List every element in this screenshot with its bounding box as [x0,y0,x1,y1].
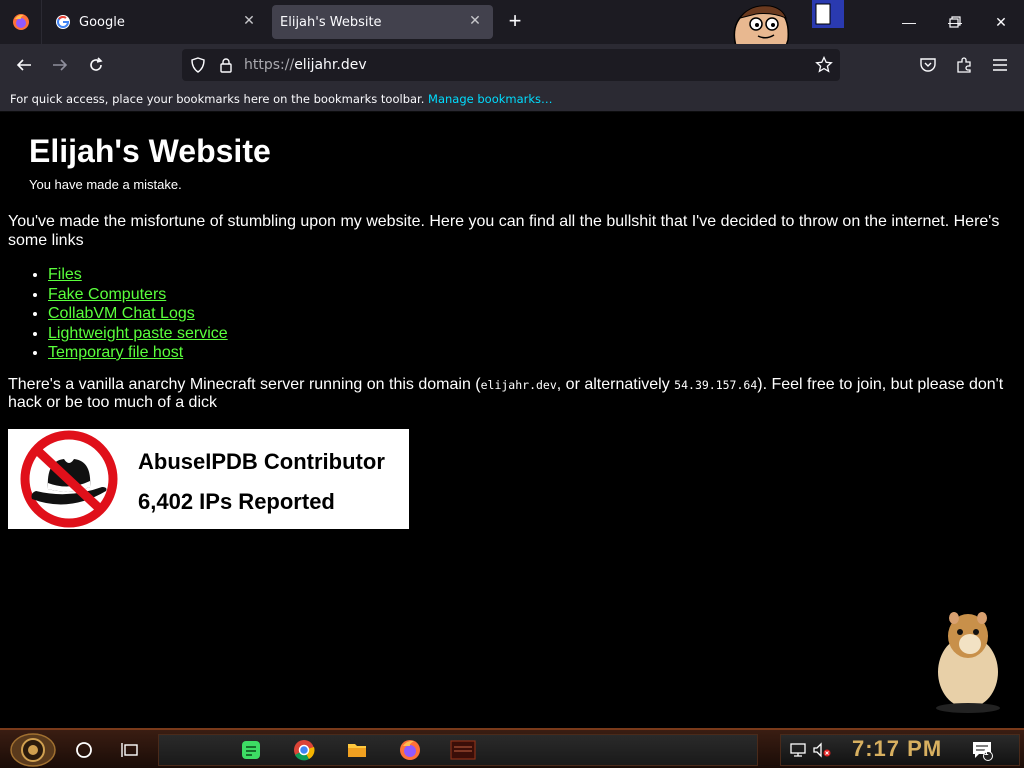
minecraft-paragraph: There's a vanilla anarchy Minecraft serv… [8,376,1013,412]
no-black-hat-icon [20,430,118,528]
list-item: Temporary file host [48,343,228,363]
minecraft-text-middle: , or alternatively [556,376,675,393]
pocket-icon[interactable] [916,53,940,77]
lock-icon[interactable] [214,53,238,77]
paste-service-link[interactable]: Lightweight paste service [48,325,228,342]
address-bar[interactable]: https://elijahr.dev [182,49,840,81]
manage-bookmarks-link[interactable]: Manage bookmarks… [428,92,553,106]
close-tab-icon[interactable]: ✕ [241,13,257,29]
list-item: Fake Computers [48,285,228,305]
url-host: elijahr.dev [294,57,367,73]
notification-count: 1 [984,748,989,757]
search-circle-icon[interactable] [72,738,96,762]
minimize-window-icon[interactable]: — [886,0,932,44]
tab-label: Google [79,14,125,30]
badge-title: AbuseIPDB Contributor [138,449,385,474]
list-item: Lightweight paste service [48,324,228,344]
intro-paragraph: You've made the misfortune of stumbling … [8,213,1000,249]
firefox-menu-icon[interactable] [0,0,42,44]
hamburger-menu-icon[interactable] [988,53,1012,77]
start-button-icon[interactable] [10,732,56,768]
page-subtitle: You have made a mistake. [29,177,182,192]
temporary-file-host-link[interactable]: Temporary file host [48,344,183,361]
minecraft-domain: elijahr.dev [480,378,557,392]
reload-icon[interactable] [84,53,108,77]
chrome-icon[interactable] [292,738,316,762]
minecraft-ip: 54.39.157.64 [674,378,758,392]
list-item: CollabVM Chat Logs [48,304,228,324]
link-list: Files Fake Computers CollabVM Chat Logs … [48,265,228,363]
notification-center-icon[interactable]: 1 [970,738,994,762]
abuseipdb-badge[interactable]: AbuseIPDB Contributor 6,402 IPs Reported [8,429,409,529]
tab-label: Elijah's Website [280,14,382,30]
google-icon [56,15,70,29]
collabvm-chat-logs-link[interactable]: CollabVM Chat Logs [48,305,195,322]
new-tab-icon[interactable]: + [503,10,527,34]
navigation-toolbar: https://elijahr.dev [0,44,1024,86]
files-link[interactable]: Files [48,266,82,283]
bookmarks-toolbar: For quick access, place your bookmarks h… [0,86,1024,112]
cartoon-mascot-image [733,0,844,46]
extensions-puzzle-icon[interactable] [952,53,976,77]
list-item: Files [48,265,228,285]
notes-app-icon[interactable] [239,738,263,762]
tab-google[interactable]: Google ✕ [47,5,267,39]
close-tab-icon[interactable]: ✕ [467,13,483,29]
fake-computers-link[interactable]: Fake Computers [48,286,166,303]
file-explorer-icon[interactable] [345,738,369,762]
tab-elijahs-website[interactable]: Elijah's Website ✕ [272,5,493,39]
taskbar-clock[interactable]: 7:17 PM [852,736,942,762]
web-page-content: Elijah's Website You have made a mistake… [0,112,1024,728]
task-view-icon[interactable] [118,738,142,762]
firefox-taskbar-icon[interactable] [398,738,422,762]
volume-muted-icon[interactable] [810,738,834,762]
minecraft-text-start: There's a vanilla anarchy Minecraft serv… [8,376,481,393]
network-icon[interactable] [786,738,810,762]
back-arrow-icon[interactable] [12,53,36,77]
tab-bar: Google ✕ Elijah's Website ✕ + — ✕ — [0,0,1024,46]
bookmark-star-icon[interactable] [812,53,836,77]
url-text[interactable]: https://elijahr.dev [244,57,367,73]
taskbar: 7:17 PM 1 [0,728,1024,768]
restore-window-icon[interactable] [932,0,978,44]
forward-arrow-icon[interactable] [48,53,72,77]
terminal-app-icon[interactable] [450,738,476,762]
tracking-protection-shield-icon[interactable] [186,53,210,77]
close-window-icon[interactable]: ✕ [978,0,1024,44]
url-scheme: https:// [244,57,295,73]
dancing-hamster-image [936,612,1000,713]
page-title: Elijah's Website [29,133,271,169]
badge-report-count: 6,402 IPs Reported [138,489,335,514]
bookmarks-hint: For quick access, place your bookmarks h… [10,92,425,106]
